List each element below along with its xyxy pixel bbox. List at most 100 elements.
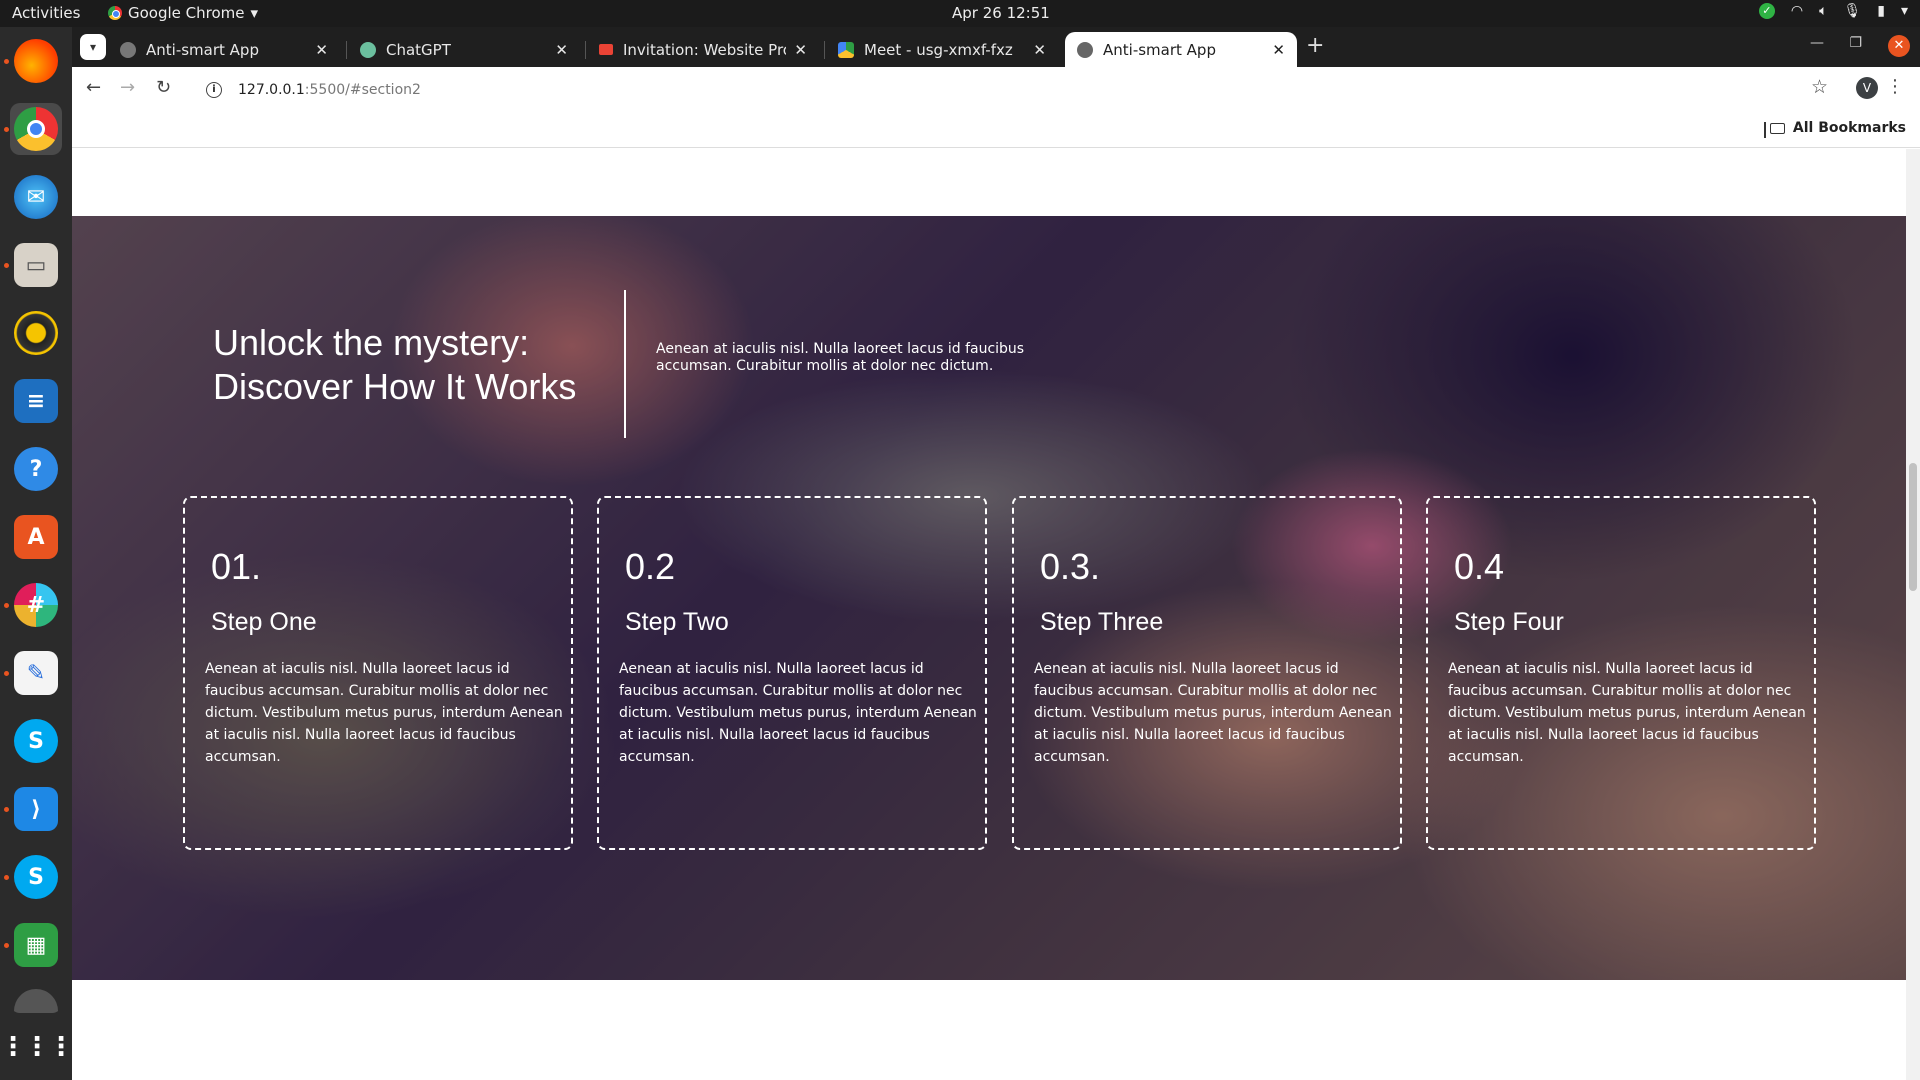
step-title: Step Two <box>625 608 729 636</box>
slack-icon: # <box>14 583 58 627</box>
step-card: 0.4 Step Four Aenean at iaculis nisl. Nu… <box>1426 496 1816 850</box>
dock-writer[interactable]: ≡ <box>10 375 62 427</box>
page-viewport: Unlock the mystery: Discover How It Work… <box>72 149 1906 1080</box>
address-bar[interactable]: i 127.0.0.1:5500/#section2 <box>194 72 1834 108</box>
step-title: Step Four <box>1454 608 1564 636</box>
running-indicator <box>4 127 9 132</box>
running-indicator <box>4 807 9 812</box>
browser-toolbar: ← → ↻ i 127.0.0.1:5500/#section2 ☆ V ⋮ <box>72 67 1920 112</box>
close-tab-icon[interactable]: ✕ <box>1272 41 1285 59</box>
dock-files[interactable]: ▭ <box>10 239 62 291</box>
tab-title: Anti-smart App <box>146 40 259 59</box>
section-title-line-1: Unlock the mystery: <box>213 322 530 363</box>
section-title: Unlock the mystery: Discover How It Work… <box>213 321 633 409</box>
close-tab-icon[interactable]: ✕ <box>315 41 328 59</box>
dock-chrome[interactable] <box>10 103 62 155</box>
dock-software[interactable]: A <box>10 511 62 563</box>
dock-slack[interactable]: # <box>10 579 62 631</box>
tab-title: Meet - usg-xmxf-fxz <box>864 40 1013 59</box>
app-grid-icon: ⋮⋮⋮ <box>0 1032 74 1062</box>
dock-calc[interactable]: ▦ <box>10 919 62 971</box>
scrollbar-thumb[interactable] <box>1909 463 1917 591</box>
window-close-button[interactable]: ✕ <box>1888 35 1910 57</box>
how-it-works-section: Unlock the mystery: Discover How It Work… <box>72 216 1906 980</box>
chatgpt-icon <box>360 41 376 58</box>
forward-button[interactable]: → <box>120 77 135 98</box>
section-title-line-2: Discover How It Works <box>213 366 577 407</box>
bookmarks-bar: All Bookmarks <box>72 112 1920 148</box>
tab-title: Invitation: Website Prog <box>623 40 787 59</box>
microphone-icon: 🎙︎ <box>1843 3 1862 19</box>
close-tab-icon[interactable]: ✕ <box>555 41 568 59</box>
profile-avatar[interactable]: V <box>1856 77 1878 99</box>
all-bookmarks-label: All Bookmarks <box>1792 120 1906 136</box>
tab-meet[interactable]: Meet - usg-xmxf-fxz ✕ <box>826 32 1058 67</box>
chrome-icon <box>108 6 122 20</box>
writer-icon: ≡ <box>14 379 58 423</box>
step-number: 0.3. <box>1040 546 1101 587</box>
reload-button[interactable]: ↻ <box>156 77 171 98</box>
clock[interactable]: Apr 26 12:51 <box>952 4 1050 22</box>
show-applications-button[interactable]: ⋮⋮⋮ <box>0 1021 74 1073</box>
step-title: Step Three <box>1040 608 1164 636</box>
tab-search-button[interactable]: ▾ <box>80 34 106 60</box>
running-indicator <box>4 943 9 948</box>
skype-icon: S <box>14 855 58 899</box>
software-store-icon: A <box>14 515 58 559</box>
globe-icon <box>120 41 136 58</box>
tab-separator <box>585 41 586 59</box>
system-tray[interactable]: ✓ ◠ 🔈︎ 🎙︎ ▮ ▾ <box>1758 3 1908 19</box>
bookmarks-separator <box>1764 122 1766 138</box>
rhythmbox-icon <box>14 311 58 355</box>
page-scrollbar[interactable] <box>1906 149 1920 1080</box>
tab-strip: ▾ Anti-smart App ✕ ChatGPT ✕ Invitation:… <box>72 27 1920 67</box>
tab-title: Anti-smart App <box>1103 40 1216 59</box>
calc-icon: ▦ <box>14 923 58 967</box>
update-shield-icon[interactable]: ✓ <box>1758 3 1775 19</box>
battery-icon: ▮ <box>1877 3 1885 19</box>
tab-anti-smart-app[interactable]: Anti-smart App ✕ <box>108 32 340 67</box>
site-info-icon[interactable]: i <box>206 82 222 98</box>
ubuntu-icon <box>14 989 58 1013</box>
new-tab-button[interactable]: + <box>1306 33 1324 58</box>
app-menu-label: Google Chrome <box>128 4 245 22</box>
firefox-icon <box>14 39 58 83</box>
folder-icon <box>1769 122 1785 134</box>
minimize-button[interactable]: — <box>1810 35 1824 51</box>
chrome-menu-icon[interactable]: ⋮ <box>1886 76 1904 97</box>
bookmark-star-icon[interactable]: ☆ <box>1811 76 1828 98</box>
step-description: Aenean at iaculis nisl. Nulla laoreet la… <box>1448 661 1806 765</box>
tab-anti-smart-app-active[interactable]: Anti-smart App ✕ <box>1065 32 1297 67</box>
dock-skype-2[interactable]: S <box>10 851 62 903</box>
dock-vscode[interactable]: ⟩ <box>10 783 62 835</box>
dock-skype[interactable]: S <box>10 715 62 767</box>
tab-invitation[interactable]: Invitation: Website Prog ✕ <box>587 32 819 67</box>
vertical-divider <box>624 290 626 438</box>
section-intro: Aenean at iaculis nisl. Nulla laoreet la… <box>656 341 1025 374</box>
tab-chatgpt[interactable]: ChatGPT ✕ <box>348 32 580 67</box>
running-indicator <box>4 671 9 676</box>
dock-rhythmbox[interactable] <box>10 307 62 359</box>
dock-help[interactable]: ? <box>10 443 62 495</box>
tab-separator <box>346 41 347 59</box>
globe-icon <box>1077 41 1093 58</box>
step-card: 0.2 Step Two Aenean at iaculis nisl. Nul… <box>597 496 987 850</box>
dock-firefox[interactable] <box>10 35 62 87</box>
step-description: Aenean at iaculis nisl. Nulla laoreet la… <box>205 661 563 765</box>
caret-down-icon: ▾ <box>250 4 259 22</box>
power-menu-icon: ▾ <box>1900 3 1908 19</box>
close-tab-icon[interactable]: ✕ <box>1033 41 1046 59</box>
dock-thunderbird[interactable]: ✉ <box>10 171 62 223</box>
app-menu[interactable]: Google Chrome ▾ <box>108 4 258 22</box>
wifi-icon: ◠ <box>1790 3 1804 19</box>
restore-button[interactable]: ❐ <box>1849 35 1862 51</box>
dock-ubuntu[interactable] <box>10 987 62 1013</box>
close-tab-icon[interactable]: ✕ <box>794 41 807 59</box>
activities-button[interactable]: Activities <box>12 4 80 22</box>
back-button[interactable]: ← <box>86 77 101 98</box>
system-top-bar: Activities Google Chrome ▾ Apr 26 12:51 … <box>0 0 1920 27</box>
all-bookmarks-button[interactable]: All Bookmarks <box>1769 120 1906 136</box>
tab-title: ChatGPT <box>386 40 451 59</box>
vscode-icon: ⟩ <box>14 787 58 831</box>
dock-text-editor[interactable]: ✎ <box>10 647 62 699</box>
